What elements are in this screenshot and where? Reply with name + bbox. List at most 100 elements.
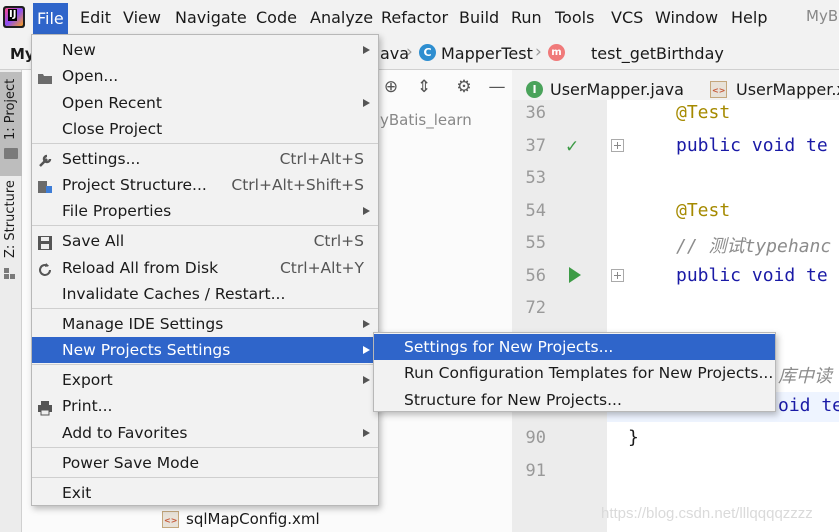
menu-item-file-properties[interactable]: File Properties	[32, 198, 378, 224]
menu-build[interactable]: Build	[459, 7, 499, 29]
menu-item-save-all[interactable]: Save All Ctrl+S	[32, 228, 378, 254]
line-number: 55	[525, 233, 546, 253]
code-method-signature: public void te	[676, 135, 828, 156]
menu-item-new[interactable]: New	[32, 37, 378, 63]
fold-expand-icon[interactable]	[611, 139, 624, 152]
menu-item-label: Save All	[62, 232, 125, 250]
folder-icon	[4, 148, 18, 159]
menu-item-shortcut: Ctrl+Alt+Shift+S	[231, 176, 364, 194]
menu-item-close-project[interactable]: Close Project	[32, 116, 378, 142]
intellij-logo-icon	[3, 6, 25, 28]
submenu-arrow-icon	[363, 376, 370, 384]
folder-open-icon	[37, 68, 53, 84]
run-test-icon[interactable]	[569, 267, 581, 283]
menu-navigate[interactable]: Navigate	[175, 7, 247, 29]
menu-item-label: Exit	[62, 484, 92, 502]
tool-window-structure[interactable]: Z: Structure	[3, 180, 18, 258]
menu-code[interactable]: Code	[256, 7, 297, 29]
menu-item-power-save-mode[interactable]: Power Save Mode	[32, 450, 378, 476]
submenu-item-label: Settings for New Projects...	[404, 338, 614, 356]
submenu-item-label: Structure for New Projects...	[404, 391, 622, 409]
menu-item-label: Add to Favorites	[62, 424, 188, 442]
submenu-arrow-icon	[363, 429, 370, 437]
wrench-icon	[37, 151, 53, 167]
menu-item-label: New Projects Settings	[62, 341, 231, 359]
menu-item-label: Power Save Mode	[62, 454, 199, 472]
line-number: 53	[525, 168, 546, 188]
breadcrumb-method[interactable]: test_getBirthday	[591, 44, 724, 63]
project-name-title: MyBa	[806, 7, 839, 25]
submenu-arrow-icon	[363, 320, 370, 328]
menu-item-label: Export	[62, 371, 113, 389]
gear-icon[interactable]: ⚙	[455, 78, 473, 96]
xml-icon	[710, 81, 727, 98]
menu-item-export[interactable]: Export	[32, 367, 378, 393]
menu-item-invalidate-caches[interactable]: Invalidate Caches / Restart...	[32, 281, 378, 307]
menu-item-label: File Properties	[62, 202, 172, 220]
menu-tools[interactable]: Tools	[555, 7, 594, 29]
printer-icon	[37, 398, 53, 416]
menu-item-label: Print...	[62, 397, 113, 415]
menu-item-project-structure[interactable]: Project Structure... Ctrl+Alt+Shift+S	[32, 172, 378, 198]
menu-refactor[interactable]: Refactor	[381, 7, 448, 29]
breadcrumb-java[interactable]: ava	[380, 44, 409, 63]
code-editor[interactable]	[607, 100, 839, 532]
tab-usermapper-java[interactable]: UserMapper.java	[550, 80, 684, 99]
menu-item-label: Open...	[62, 67, 119, 85]
menu-item-label: Reload All from Disk	[62, 259, 219, 277]
minimize-icon[interactable]: —	[488, 78, 506, 96]
locate-icon[interactable]: ⊕	[382, 78, 400, 96]
menu-view[interactable]: View	[123, 7, 161, 29]
menu-item-reload-all[interactable]: Reload All from Disk Ctrl+Alt+Y	[32, 255, 378, 281]
menu-item-print[interactable]: Print...	[32, 393, 378, 419]
structure-icon	[4, 268, 16, 280]
xml-file-icon	[162, 511, 179, 528]
menu-item-label: Close Project	[62, 120, 163, 138]
submenu-item-settings-for-new-projects[interactable]: Settings for New Projects...	[374, 334, 775, 360]
code-method-signature: public void te	[676, 265, 828, 286]
menu-separator	[32, 143, 378, 144]
menu-item-shortcut: Ctrl+Alt+S	[279, 150, 364, 168]
breadcrumb-class[interactable]: MapperTest	[441, 44, 533, 63]
menu-help[interactable]: Help	[731, 7, 767, 29]
menu-file[interactable]: File	[33, 3, 68, 34]
code-annotation: @Test	[676, 200, 731, 221]
line-number: 72	[525, 298, 546, 318]
class-icon: C	[419, 44, 436, 61]
menu-item-manage-ide-settings[interactable]: Manage IDE Settings	[32, 311, 378, 337]
menu-separator	[32, 308, 378, 309]
menu-analyze[interactable]: Analyze	[310, 7, 373, 29]
menu-item-open[interactable]: Open...	[32, 63, 378, 89]
menu-item-settings[interactable]: Settings... Ctrl+Alt+S	[32, 146, 378, 172]
menu-bar: File Edit View Navigate Code Analyze Ref…	[0, 0, 839, 36]
submenu-item-run-config-templates[interactable]: Run Configuration Templates for New Proj…	[374, 360, 775, 386]
method-icon: m	[548, 44, 565, 61]
menu-item-label: Invalidate Caches / Restart...	[62, 285, 286, 303]
line-number: 54	[525, 201, 546, 221]
menu-item-shortcut: Ctrl+Alt+Y	[279, 259, 364, 277]
project-file-item[interactable]: sqlMapConfig.xml	[186, 510, 320, 528]
run-test-passed-icon[interactable]: ✓	[565, 137, 583, 157]
menu-item-new-projects-settings[interactable]: New Projects Settings	[32, 337, 378, 363]
menu-vcs[interactable]: VCS	[611, 7, 643, 29]
menu-separator	[32, 477, 378, 478]
fold-expand-icon[interactable]	[611, 269, 624, 282]
line-number: 36	[525, 103, 546, 123]
line-number: 37	[525, 136, 546, 156]
menu-item-add-to-favorites[interactable]: Add to Favorites	[32, 420, 378, 446]
project-tab-label: 1: Project	[3, 78, 18, 140]
tab-usermapper-xml[interactable]: UserMapper.x	[736, 80, 839, 99]
project-root-label: yBatis_learn	[380, 111, 472, 129]
menu-item-label: Manage IDE Settings	[62, 315, 224, 333]
menu-run[interactable]: Run	[511, 7, 542, 29]
code-annotation: @Test	[676, 102, 731, 123]
menu-edit[interactable]: Edit	[80, 7, 111, 29]
menu-item-open-recent[interactable]: Open Recent	[32, 90, 378, 116]
submenu-item-structure-for-new-projects[interactable]: Structure for New Projects...	[374, 387, 775, 413]
tool-window-project[interactable]: 1: Project	[0, 72, 22, 176]
menu-item-exit[interactable]: Exit	[32, 480, 378, 506]
submenu-item-label: Run Configuration Templates for New Proj…	[404, 364, 774, 382]
menu-window[interactable]: Window	[655, 7, 718, 29]
collapse-all-icon[interactable]: ⇕	[415, 78, 433, 96]
code-comment: // 测试typehanc	[676, 236, 832, 257]
